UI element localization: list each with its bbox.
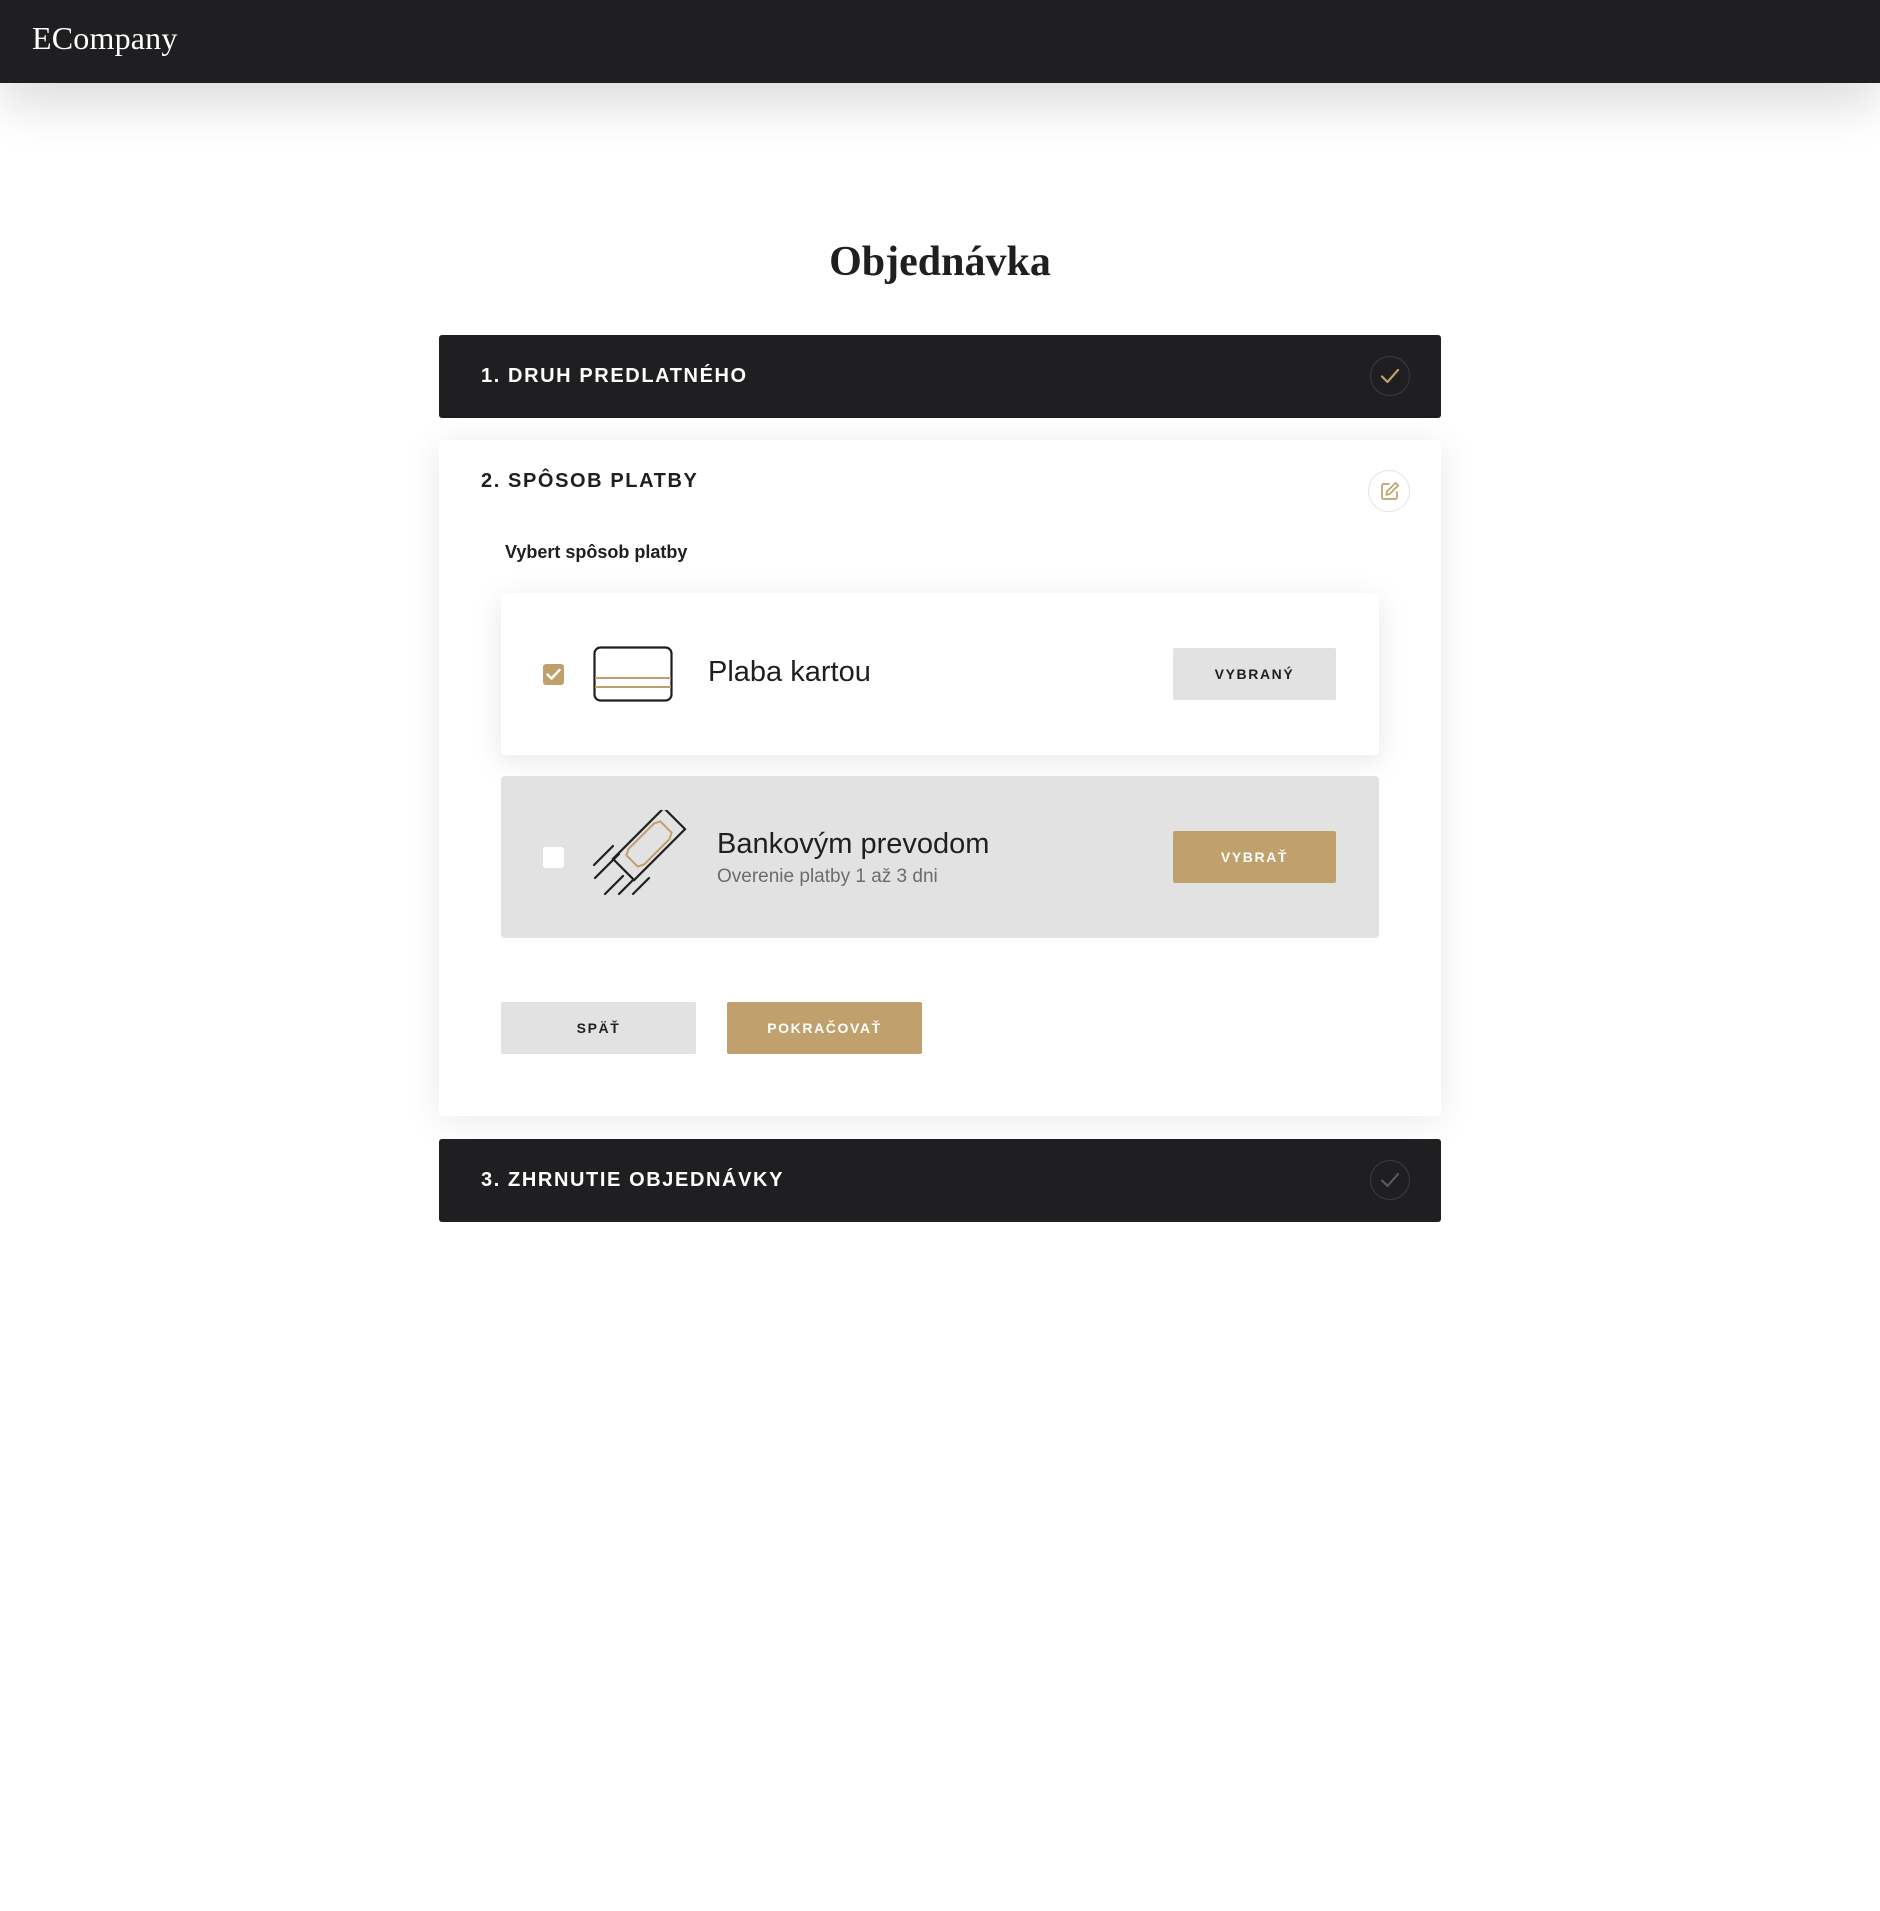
top-navbar: ECompany <box>0 0 1880 83</box>
payment-method-heading: Vybert spôsob platby <box>505 542 688 562</box>
credit-card-icon <box>593 646 673 707</box>
step-title: 1. DRUH PREDLATNÉHO <box>481 365 748 387</box>
payment-option-card[interactable]: Plaba kartou VYBRANÝ <box>501 593 1379 755</box>
payment-option-checkbox[interactable] <box>543 847 564 868</box>
payment-option-label: Plaba kartou <box>708 656 871 688</box>
brand-logo[interactable]: ECompany <box>32 20 178 57</box>
back-button[interactable]: SPÄŤ <box>501 1002 696 1054</box>
payment-option-checkbox[interactable] <box>543 664 564 685</box>
step-title: 2. SPÔSOB PLATBY <box>481 470 699 492</box>
payment-option-label: Bankovým prevodom <box>717 828 990 860</box>
step-subscription-type[interactable]: 1. DRUH PREDLATNÉHO <box>439 335 1441 418</box>
payment-option-sublabel: Overenie platby 1 až 3 dni <box>717 866 938 887</box>
continue-button[interactable]: POKRAČOVAŤ <box>727 1002 922 1054</box>
step-payment-method: 2. SPÔSOB PLATBY Vybert spôsob platby Pl… <box>439 440 1441 1116</box>
step-title: 3. ZHRNUTIE OBJEDNÁVKY <box>481 1169 785 1191</box>
page-title: Objednávka <box>829 239 1051 285</box>
edit-step-button[interactable] <box>1368 470 1410 512</box>
step-order-summary[interactable]: 3. ZHRNUTIE OBJEDNÁVKY <box>439 1139 1441 1222</box>
select-button[interactable]: VYBRAŤ <box>1173 831 1336 883</box>
step-pending-indicator <box>1370 1160 1410 1200</box>
bank-transfer-icon <box>591 806 691 907</box>
selected-button[interactable]: VYBRANÝ <box>1173 648 1336 700</box>
payment-option-bank-transfer[interactable]: Bankovým prevodom Overenie platby 1 až 3… <box>501 776 1379 938</box>
step-completed-indicator <box>1370 356 1410 396</box>
